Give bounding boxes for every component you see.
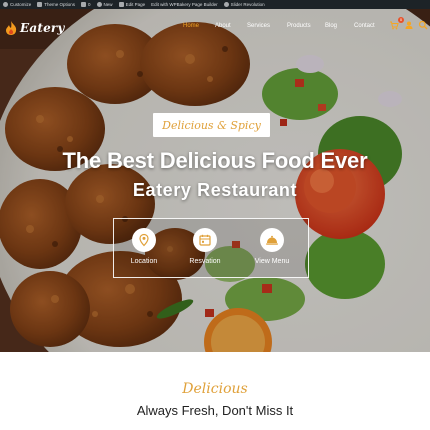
nav-services[interactable]: Services bbox=[247, 23, 270, 29]
nav-blog[interactable]: Blog bbox=[325, 23, 337, 29]
section-script-heading: Delicious bbox=[182, 381, 248, 397]
feature-reservation-circle bbox=[193, 228, 217, 252]
admin-new-label: New bbox=[103, 2, 113, 7]
feature-view-menu-label: View Menu bbox=[254, 258, 290, 265]
site-logo[interactable]: Eatery bbox=[3, 20, 65, 36]
logo-text: Eatery bbox=[20, 21, 65, 35]
calendar-icon bbox=[199, 234, 211, 246]
section-title: Always Fresh, Don't Miss It bbox=[136, 403, 294, 418]
plus-icon bbox=[96, 2, 102, 7]
feature-reservation[interactable]: Resvation bbox=[175, 228, 235, 265]
feature-location[interactable]: Location bbox=[114, 228, 174, 265]
user-icon[interactable] bbox=[404, 20, 414, 30]
pencil-icon bbox=[118, 2, 124, 7]
slider-icon bbox=[223, 2, 229, 7]
feature-view-menu[interactable]: View Menu bbox=[242, 228, 302, 265]
hero-slider: Eatery Home About Services Products Blog… bbox=[0, 9, 430, 352]
admin-slider-revolution-label: Slider Revolution bbox=[230, 2, 265, 7]
feature-location-circle bbox=[132, 228, 156, 252]
feature-view-menu-circle bbox=[260, 228, 284, 252]
brush-icon bbox=[3, 2, 8, 7]
admin-theme-options[interactable]: Theme Options bbox=[37, 0, 75, 9]
hero-subtitle: Eatery Restaurant bbox=[132, 180, 298, 200]
hero-title: The Best Delicious Food Ever bbox=[62, 148, 368, 173]
admin-new[interactable]: New bbox=[96, 0, 113, 9]
hero-tag-text: Delicious & Spicy bbox=[162, 118, 261, 132]
wp-admin-bar: Customize Theme Options 0 New Edit Page … bbox=[0, 0, 430, 9]
location-icon bbox=[139, 233, 149, 247]
admin-slider-revolution[interactable]: Slider Revolution bbox=[223, 0, 265, 9]
gear-icon bbox=[37, 2, 43, 7]
search-icon[interactable] bbox=[418, 20, 428, 30]
admin-customize[interactable]: Customize bbox=[3, 0, 31, 9]
cloche-icon bbox=[266, 235, 278, 245]
nav-about[interactable]: About bbox=[215, 23, 231, 29]
nav-contact[interactable]: Contact bbox=[354, 23, 375, 29]
admin-customize-label: Customize bbox=[10, 2, 32, 7]
feature-reservation-label: Resvation bbox=[189, 258, 221, 265]
admin-comments-count: 0 bbox=[88, 2, 91, 7]
hero-feature-box: Location Resvation View Menu bbox=[113, 218, 309, 278]
admin-edit-page[interactable]: Edit Page bbox=[118, 0, 146, 9]
hero-tag-badge: Delicious & Spicy bbox=[153, 113, 270, 137]
feature-location-label: Location bbox=[130, 258, 158, 265]
admin-wpbakery[interactable]: Edit with WPBakery Page Builder bbox=[151, 0, 218, 9]
admin-theme-options-label: Theme Options bbox=[44, 2, 76, 7]
nav-products[interactable]: Products bbox=[287, 23, 311, 29]
admin-wpbakery-label: Edit with WPBakery Page Builder bbox=[151, 2, 218, 7]
comment-icon bbox=[81, 2, 87, 7]
flame-logo-icon bbox=[6, 21, 17, 35]
nav-home[interactable]: Home bbox=[183, 23, 199, 29]
admin-comments[interactable]: 0 bbox=[81, 0, 91, 9]
admin-edit-page-label: Edit Page bbox=[125, 2, 146, 7]
